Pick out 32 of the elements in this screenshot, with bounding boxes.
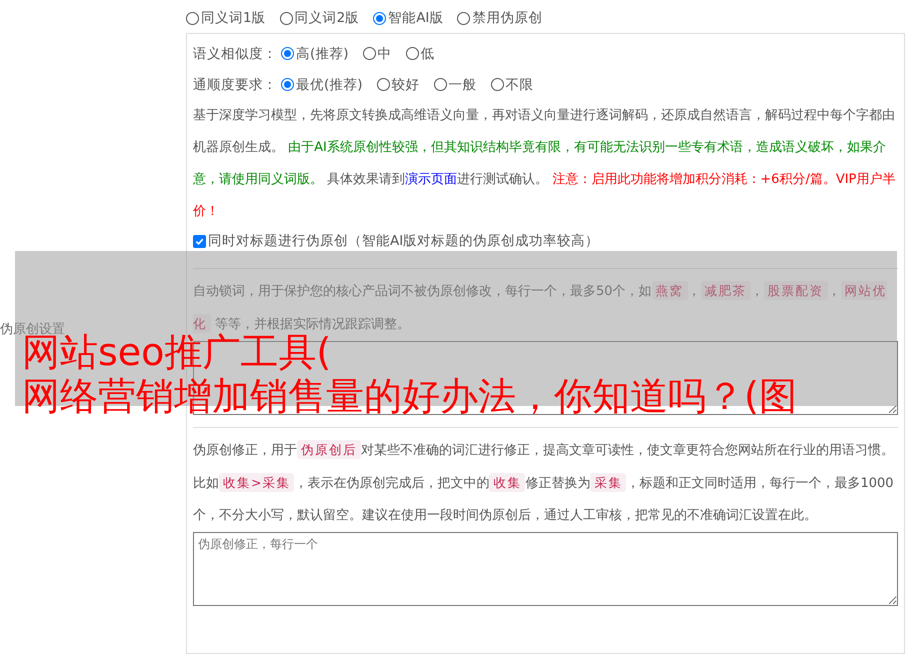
- option-radio[interactable]: 最优(推荐): [281, 76, 363, 94]
- title-checkbox[interactable]: 同时对标题进行伪原创（智能AI版对标题的伪原创成功率较高）: [193, 232, 600, 250]
- mode-radio[interactable]: 同义词1版: [186, 9, 266, 27]
- radio-icon: [186, 12, 199, 24]
- option-radio[interactable]: 低: [406, 44, 435, 62]
- lock-words-description: 自动锁词，用于保护您的核心产品词不被伪原创修改，每行一个，最多50个，如 燕窝 ， 减肥茶 ， 股票配资 ， 网站优化 等等，并根据实际情况跟踪调整。: [193, 280, 888, 333]
- ai-description: 基于深度学习模型，先将原文转换成高维语义向量，再对语义向量进行逐词解码，还原成自然语言，解码过程中每个字都由机器原创生成。 由于AI系统原创性较强，但其知识结构毕竟有限，有可能无法识别一些专有术语，造成语义破坏，如果介意，请使用同义词版。 具体效果请到演示页面进行测试确认。 注意：启用此功能将增加积分消耗：+6积分/篇。VIP用户半价！: [193, 107, 896, 221]
- option-radio[interactable]: 一般: [434, 76, 477, 94]
- corrections-description: 伪原创修正，用于 伪原创后 对某些不准确的词汇进行修正，提高文章可读性，使文章更符合您网站所在行业的用语习惯。比如 收集>采集 ，表示在伪原创完成后，把文中的 收集 修正替换为 采集 ，标题和正文同时适用，每行一个，最多1000个，不分大小写，默认留空。建议在使用一段时间伪原创后，通过人工审核，把常见的不准确词汇设置在此。: [193, 439, 895, 525]
- demo-page-link[interactable]: 演示页面: [405, 172, 458, 187]
- mode-radio[interactable]: 同义词2版: [280, 9, 360, 27]
- radio-icon: [281, 78, 294, 91]
- radio-icon: [373, 12, 386, 24]
- corrections-field[interactable]: 伪原创修正，每行一个: [193, 532, 898, 606]
- option-radio[interactable]: 不限: [490, 76, 534, 94]
- radio-icon: [434, 78, 447, 91]
- radio-icon: [406, 47, 419, 60]
- radio-icon: [457, 12, 470, 24]
- mode-radio[interactable]: 智能AI版: [373, 9, 444, 27]
- radio-icon: [280, 12, 293, 24]
- option-label: 语义相似度：: [193, 44, 277, 62]
- caption-text: 网络营销增加销售量的好办法，你知道吗？(图: [22, 374, 797, 418]
- option-radio[interactable]: 中: [362, 44, 392, 62]
- radio-icon: [490, 78, 504, 91]
- checkbox-icon: [193, 234, 206, 248]
- mode-radio[interactable]: 禁用伪原创: [457, 9, 542, 27]
- radio-icon: [362, 47, 376, 60]
- option-label: 通顺度要求：: [193, 76, 277, 94]
- radio-icon: [281, 47, 294, 60]
- option-radio[interactable]: 高(推荐): [281, 44, 349, 62]
- radio-icon: [376, 78, 390, 91]
- option-radio[interactable]: 较好: [376, 76, 420, 94]
